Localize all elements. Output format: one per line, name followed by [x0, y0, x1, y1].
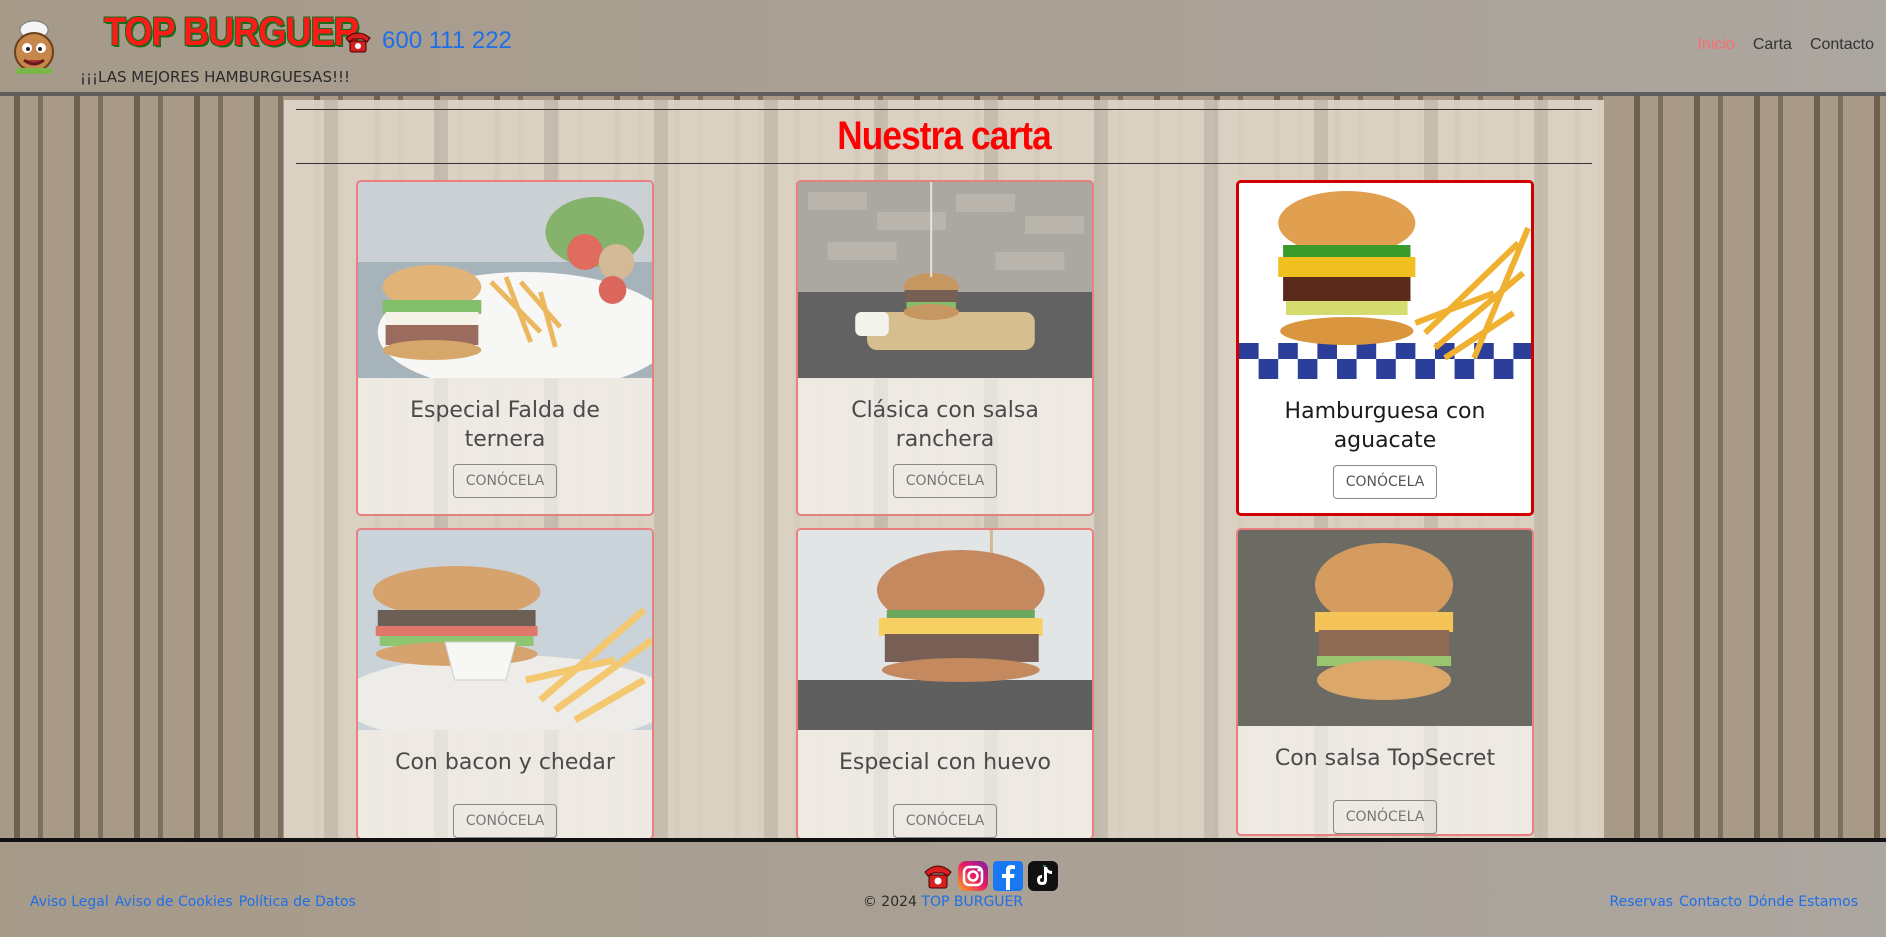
card-title: Hamburguesa con aguacate [1284, 399, 1486, 453]
conocela-button[interactable]: CONÓCELA [452, 464, 558, 498]
conocela-button[interactable]: CONÓCELA [1332, 465, 1438, 499]
nav-item-contacto[interactable]: Contacto [1810, 36, 1874, 54]
site-footer: Aviso Legal Aviso de Cookies Política de… [0, 838, 1886, 937]
facebook-icon[interactable] [992, 860, 1024, 892]
title-divider-bottom [296, 163, 1592, 164]
menu-card[interactable]: Clásica con salsa ranchera CONÓCELA [796, 180, 1094, 516]
brand-name[interactable]: TOP BURGUER [104, 10, 360, 55]
burger-photo [798, 182, 1092, 378]
phone-icon [344, 30, 372, 54]
social-icons [922, 860, 1059, 892]
conocela-button[interactable]: CONÓCELA [1332, 800, 1438, 834]
burger-photo [1239, 183, 1531, 379]
conocela-button[interactable]: CONÓCELA [892, 464, 998, 498]
nav-item-carta[interactable]: Carta [1753, 36, 1792, 54]
instagram-icon[interactable] [957, 860, 989, 892]
conocela-button[interactable]: CONÓCELA [892, 804, 998, 838]
burger-photo [358, 182, 652, 378]
menu-card[interactable]: Con bacon y chedar CONÓCELA [356, 528, 654, 838]
nav-item-inicio[interactable]: Inicio [1697, 36, 1734, 54]
menu-panel: Nuestra carta Especial Falda de ternera … [284, 100, 1604, 838]
burger-photo [1238, 530, 1532, 726]
main-nav: Inicio Carta Contacto [1697, 36, 1874, 54]
page-title: Nuestra carta [837, 114, 1051, 158]
card-title: Clásica con salsa ranchera [851, 398, 1039, 452]
reservas-link[interactable]: Reservas [1610, 894, 1674, 910]
tiktok-icon[interactable] [1027, 860, 1059, 892]
copyright-brand-link[interactable]: TOP BURGUER [921, 894, 1023, 910]
menu-card[interactable]: Especial Falda de ternera CONÓCELA [356, 180, 654, 516]
menu-card-highlighted[interactable]: Hamburguesa con aguacate CONÓCELA [1236, 180, 1534, 516]
conocela-button[interactable]: CONÓCELA [452, 804, 558, 838]
donde-estamos-link[interactable]: Dónde Estamos [1748, 894, 1858, 910]
burger-photo [798, 530, 1092, 730]
site-header: TOP BURGUER 600 111 222 ¡¡¡LAS MEJORES H… [0, 0, 1886, 96]
tagline: ¡¡¡LAS MEJORES HAMBURGUESAS!!! [80, 68, 351, 86]
title-divider-top [296, 109, 1592, 110]
copyright: © 2024 TOP BURGUER [0, 894, 1886, 910]
menu-card[interactable]: Con salsa TopSecret CONÓCELA [1236, 528, 1534, 836]
copyright-text: © 2024 [862, 894, 917, 910]
menu-card[interactable]: Especial con huevo CONÓCELA [796, 528, 1094, 838]
contacto-link[interactable]: Contacto [1679, 894, 1742, 910]
card-title: Especial Falda de ternera [410, 398, 600, 452]
burger-photo [358, 530, 652, 730]
card-title: Especial con huevo [838, 750, 1052, 775]
chef-mascot-logo[interactable] [6, 18, 62, 78]
phone-icon[interactable] [922, 860, 954, 892]
footer-nav-links: Reservas Contacto Dónde Estamos [1610, 894, 1858, 910]
phone-number[interactable]: 600 111 222 [382, 27, 512, 55]
card-title: Con bacon y chedar [395, 750, 615, 775]
card-title: Con salsa TopSecret [1274, 746, 1496, 771]
